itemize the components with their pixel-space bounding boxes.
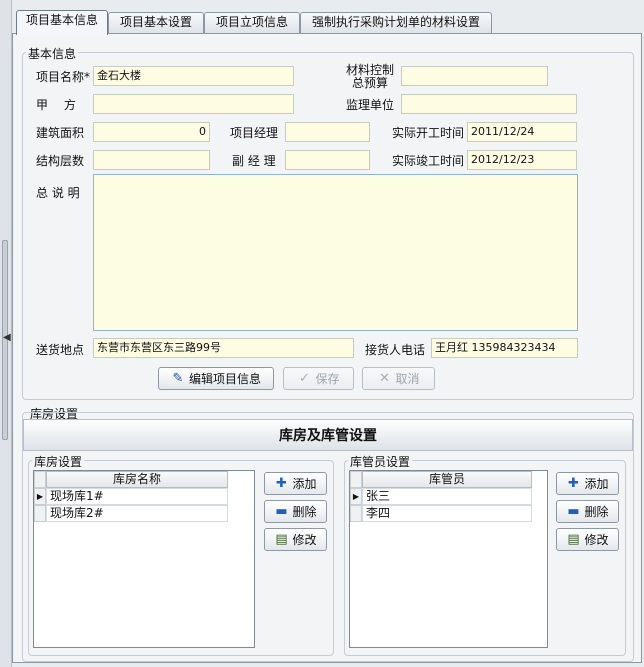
- tab-bar: 项目基本信息 项目基本设置 项目立项信息 强制执行采购计划单的材料设置: [12, 0, 644, 35]
- description-textarea[interactable]: [93, 174, 578, 331]
- checkmark-icon: ✓: [299, 370, 310, 386]
- keeper-grid[interactable]: 库管员 ▶ 张三 李四: [349, 470, 548, 648]
- table-row[interactable]: 现场库2#: [46, 505, 228, 522]
- row-indicator: [350, 505, 362, 522]
- tab-basic-settings[interactable]: 项目基本设置: [108, 12, 204, 34]
- warehouse-grid[interactable]: 库房名称 ▶ 现场库1# 现场库2#: [33, 470, 255, 648]
- save-label: 保存: [315, 372, 340, 386]
- floors-field[interactable]: [93, 150, 210, 170]
- minus-icon: ▬: [275, 503, 288, 519]
- cancel-x-icon: ✕: [379, 370, 390, 386]
- address-label: 送货地点: [36, 343, 85, 357]
- minus-icon: ▬: [567, 503, 580, 519]
- plus-icon: ✚: [568, 475, 579, 491]
- pen-icon: ✎: [172, 370, 184, 386]
- table-row[interactable]: 张三: [362, 488, 532, 505]
- save-button[interactable]: ✓ 保存: [283, 367, 354, 390]
- cancel-button[interactable]: ✕ 取消: [362, 367, 435, 390]
- keeper-group-legend: 库管员设置: [348, 453, 413, 470]
- add-warehouse-label: 添加: [292, 477, 317, 491]
- plus-icon: ✚: [276, 475, 287, 491]
- warehouse-group-legend: 库房设置: [32, 453, 85, 470]
- delete-warehouse-button[interactable]: ▬ 删除: [264, 500, 327, 523]
- cancel-label: 取消: [395, 372, 420, 386]
- collapse-arrow-icon[interactable]: ◀: [3, 332, 11, 343]
- delete-keeper-button[interactable]: ▬ 删除: [556, 500, 619, 523]
- edit-document-icon: ▤: [567, 531, 580, 547]
- address-field[interactable]: 东营市东营区东三路99号: [93, 338, 354, 358]
- basic-info-legend: 基本信息: [26, 45, 79, 62]
- current-row-arrow-icon: ▶: [350, 488, 362, 505]
- material-budget-field[interactable]: [401, 66, 548, 86]
- delete-keeper-label: 删除: [584, 505, 609, 519]
- grid-header-indicator: [34, 471, 46, 488]
- add-keeper-button[interactable]: ✚ 添加: [556, 472, 619, 495]
- table-row[interactable]: 现场库1#: [46, 488, 228, 505]
- current-row-arrow-icon: ▶: [34, 488, 46, 505]
- warehouse-name-column-header[interactable]: 库房名称: [46, 471, 228, 488]
- manager-field[interactable]: [285, 122, 370, 142]
- tab-basic-info[interactable]: 项目基本信息: [16, 10, 108, 35]
- modify-warehouse-label: 修改: [292, 533, 317, 547]
- start-date-label: 实际开工时间: [392, 126, 465, 140]
- start-date-field[interactable]: 2011/12/24: [467, 122, 577, 142]
- row-indicator: [34, 505, 46, 522]
- edit-project-button[interactable]: ✎ 编辑项目信息: [158, 367, 274, 390]
- description-label: 总 说 明: [36, 186, 80, 200]
- project-name-label: 项目名称*: [36, 70, 91, 84]
- deputy-manager-label: 副 经 理: [232, 154, 276, 168]
- modify-keeper-button[interactable]: ▤ 修改: [556, 528, 619, 551]
- finish-date-label: 实际竣工时间: [392, 154, 465, 168]
- deputy-manager-field[interactable]: [285, 150, 370, 170]
- receiver-label: 接货人电话: [365, 343, 426, 357]
- material-budget-label-line2: 总预算: [352, 76, 389, 90]
- grid-header-indicator: [350, 471, 362, 488]
- tab-project-approval[interactable]: 项目立项信息: [204, 12, 300, 34]
- tab-forced-purchase-materials[interactable]: 强制执行采购计划单的材料设置: [300, 12, 492, 34]
- floors-label: 结构层数: [36, 154, 85, 168]
- manager-label: 项目经理: [230, 126, 279, 140]
- keeper-column-header[interactable]: 库管员: [362, 471, 532, 488]
- receiver-field[interactable]: 王月红 135984323434: [431, 338, 578, 358]
- modify-keeper-label: 修改: [584, 533, 609, 547]
- table-row[interactable]: 李四: [362, 505, 532, 522]
- area-label: 建筑面积: [36, 126, 85, 140]
- finish-date-field[interactable]: 2012/12/23: [467, 150, 577, 170]
- supervisor-field[interactable]: [401, 94, 577, 114]
- supervisor-label: 监理单位: [346, 98, 395, 112]
- project-name-field[interactable]: 金石大楼: [93, 66, 294, 86]
- modify-warehouse-button[interactable]: ▤ 修改: [264, 528, 327, 551]
- party-a-field[interactable]: [93, 94, 294, 114]
- edit-project-label: 编辑项目信息: [188, 372, 261, 386]
- add-warehouse-button[interactable]: ✚ 添加: [264, 472, 327, 495]
- add-keeper-label: 添加: [584, 477, 609, 491]
- warehouse-title-bar: 库房及库管设置: [23, 419, 633, 451]
- delete-warehouse-label: 删除: [292, 505, 317, 519]
- party-a-label: 甲 方: [36, 98, 76, 112]
- edit-document-icon: ▤: [275, 531, 288, 547]
- area-field[interactable]: 0: [93, 122, 210, 142]
